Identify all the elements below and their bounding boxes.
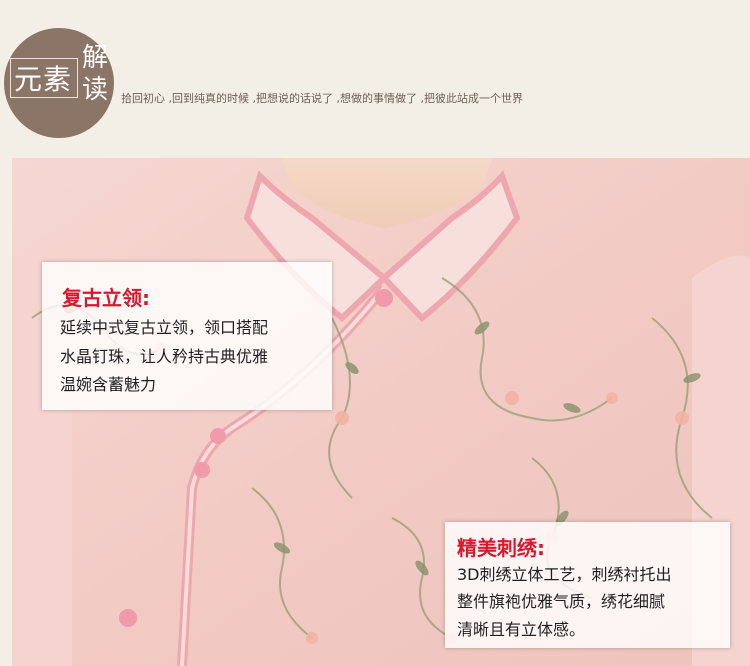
element-badge-side-label: 解 读 <box>80 42 110 106</box>
callout-retro-collar: 复古立领: 延续中式复古立领，领口搭配 水晶钉珠，让人矜持古典优雅 温婉含蓄魅力 <box>42 262 332 410</box>
callout-line: 水晶钉珠，让人矜持古典优雅 <box>60 347 269 366</box>
callout-line: 清晰且有立体感。 <box>457 620 586 639</box>
callout-line: 延续中式复古立领，领口搭配 <box>60 318 269 337</box>
element-badge-char-1: 解 <box>81 43 108 73</box>
element-badge-char-2: 读 <box>81 75 108 105</box>
callout-line: 温婉含蓄魅力 <box>60 375 157 394</box>
callout-line: 3D刺绣立体工艺，刺绣衬托出 <box>457 565 672 584</box>
callout-title: 精美刺绣: <box>457 536 545 560</box>
element-badge-label: 元素 <box>14 63 73 96</box>
tagline: 拾回初心 ,回到纯真的时候 ,把想说的话说了 ,想做的事情做了 ,把彼此站成一个… <box>121 92 523 105</box>
callout-line: 整件旗袍优雅气质，绣花细腻 <box>457 592 666 611</box>
header-section: 元素 解 读 拾回初心 ,回到纯真的时候 ,把想说的话说了 ,想做的事情做了 ,… <box>0 0 750 158</box>
callout-embroidery: 精美刺绣: 3D刺绣立体工艺，刺绣衬托出 整件旗袍优雅气质，绣花细腻 清晰且有立… <box>445 522 730 648</box>
callout-title: 复古立领: <box>62 286 150 310</box>
